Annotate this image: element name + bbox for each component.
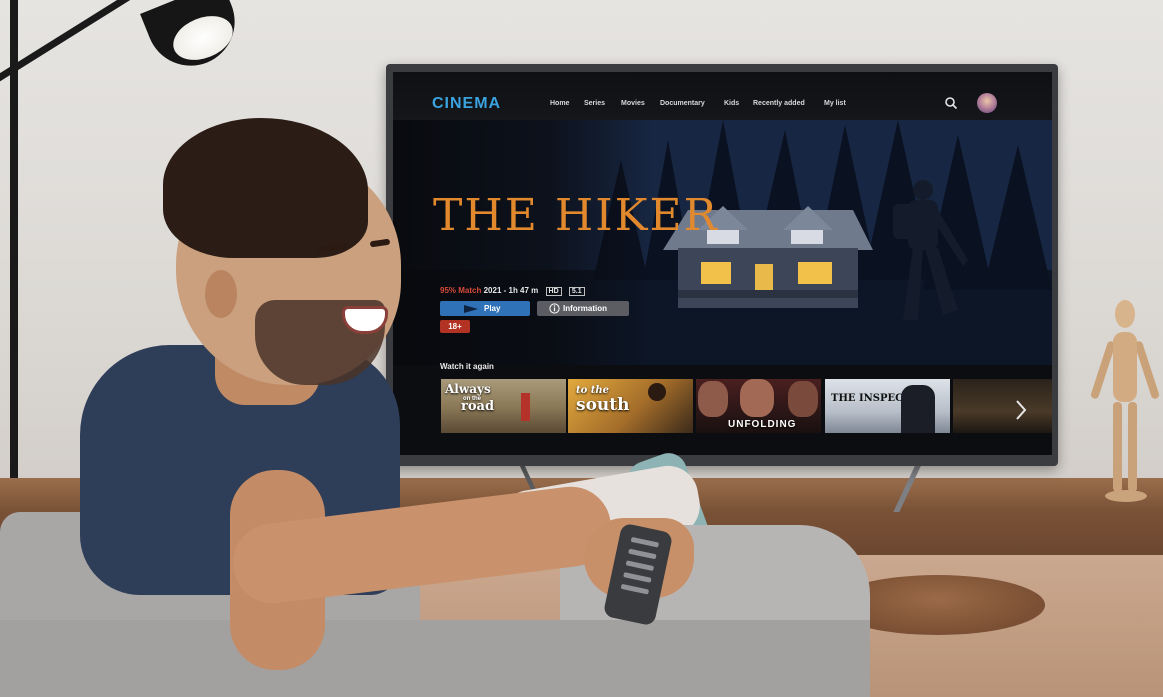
sofa-seat — [0, 620, 870, 697]
figure-red-jacket — [521, 393, 530, 421]
search-icon[interactable] — [944, 96, 958, 110]
nav-movies[interactable]: Movies — [621, 100, 645, 107]
featured-title: THE HIKER — [433, 190, 719, 241]
profile-avatar[interactable] — [977, 93, 997, 113]
face — [740, 379, 774, 417]
age-rating-badge: 18+ — [440, 320, 470, 333]
hero-gradient-overlay — [393, 120, 653, 365]
nav-recently-added[interactable]: Recently added — [753, 100, 805, 107]
face — [788, 381, 818, 417]
nav-series[interactable]: Series — [584, 100, 605, 107]
quality-badge: HD — [545, 287, 562, 296]
nav-my-list[interactable]: My list — [824, 100, 846, 107]
man-ear — [205, 270, 237, 318]
row-title: Watch it again — [440, 362, 494, 371]
thumbnail-always-on-the-road[interactable]: Always on the road — [441, 379, 566, 433]
info-icon — [549, 303, 560, 314]
info-label: Information — [563, 304, 607, 313]
information-button[interactable]: Information — [537, 301, 629, 316]
thumb-title-line: road — [461, 399, 495, 414]
thumbnail-partial[interactable] — [953, 379, 1052, 433]
thumb-title-line: UNFOLDING — [728, 419, 797, 430]
wooden-mannequin-figurine — [1089, 300, 1161, 505]
thumbnail-unfolding[interactable]: UNFOLDING — [696, 379, 821, 433]
chevron-right-icon[interactable] — [1015, 399, 1027, 421]
play-button[interactable]: Play — [440, 301, 530, 316]
nav-kids[interactable]: Kids — [724, 100, 739, 107]
hero-banner: THE HIKER — [393, 120, 1052, 365]
match-percentage: 95% Match — [440, 286, 482, 295]
thumb-title-line: south — [576, 395, 630, 415]
play-icon — [464, 305, 478, 313]
detective-figure — [901, 385, 935, 433]
face — [698, 381, 728, 417]
title-meta: 95% Match 2021 - 1h 47 m HD 5.1 — [440, 286, 585, 296]
year-duration: 2021 - 1h 47 m — [483, 286, 539, 295]
audio-badge: 5.1 — [568, 287, 585, 296]
cinema-logo[interactable]: CINEMA — [432, 95, 501, 113]
nav-home[interactable]: Home — [550, 100, 569, 107]
thumbnail-to-the-south[interactable]: to the south — [568, 379, 693, 433]
play-label: Play — [484, 304, 501, 313]
thumbnail-the-inspector[interactable]: THE INSPECTOR — [825, 379, 950, 433]
watch-again-row: Always on the road to the south UNFOLDIN… — [441, 379, 1052, 435]
thumb-title-line: Always — [445, 382, 491, 396]
nav-documentary[interactable]: Documentary — [660, 100, 705, 107]
figure-head — [648, 383, 666, 401]
streaming-top-nav: CINEMA Home Series Movies Documentary Ki… — [393, 72, 1052, 120]
man-hair — [163, 118, 368, 258]
tv-screen: CINEMA Home Series Movies Documentary Ki… — [393, 72, 1052, 455]
